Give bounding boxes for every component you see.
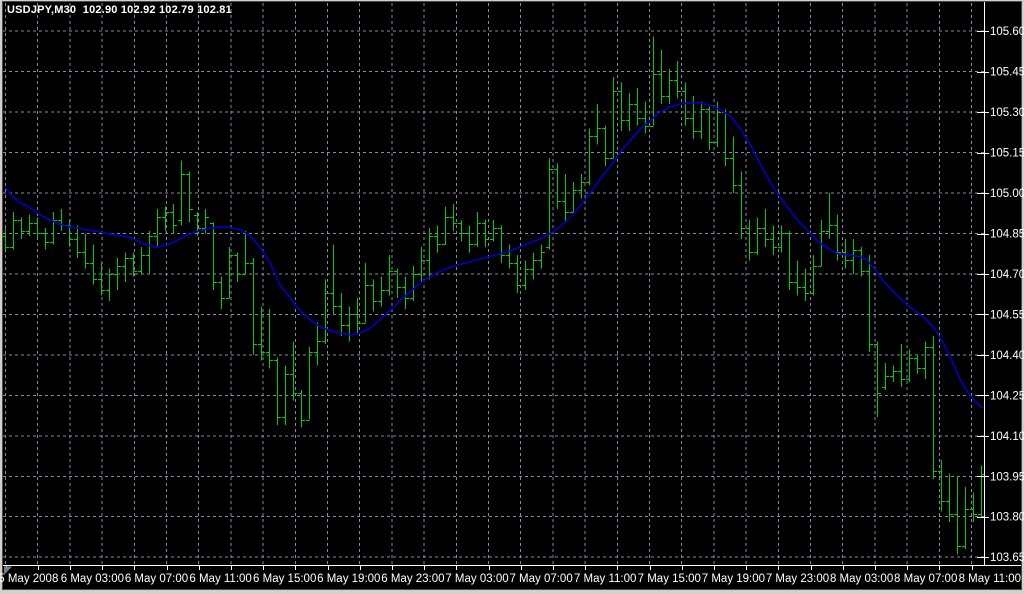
time-label: 8 May 03:00 [830,573,893,585]
time-label: 7 May 11:00 [574,573,636,585]
time-label: 8 May 07:00 [894,573,957,585]
time-label: 7 May 03:00 [445,573,508,585]
price-label: 104.40 [990,350,1024,362]
price-label: 103.65 [990,552,1024,564]
time-label: 6 May 03:00 [61,573,124,585]
price-label: 104.85 [990,229,1024,241]
price-label: 103.95 [990,471,1024,483]
price-label: 104.70 [990,269,1024,281]
time-label: 5 May 2008 [0,573,58,585]
time-label: 7 May 15:00 [638,573,701,585]
chart-background [3,2,1021,589]
time-label: 6 May 19:00 [317,573,380,585]
time-label: 7 May 23:00 [766,573,829,585]
time-label: 8 May 11:00 [959,573,1021,585]
price-label: 105.45 [990,67,1024,79]
time-label: 6 May 23:00 [381,573,444,585]
time-label: 7 May 19:00 [702,573,765,585]
time-label: 6 May 07:00 [125,573,188,585]
price-label: 105.60 [990,26,1024,38]
price-label: 103.80 [990,512,1024,524]
price-label: 104.10 [990,431,1024,443]
time-label: 6 May 11:00 [189,573,251,585]
price-label: 104.25 [990,390,1024,402]
price-label: 105.00 [990,188,1024,200]
price-label: 105.15 [990,148,1024,160]
terminal-chart-window: 105.60 105.45 105.30 105.15 105.00 104.85 104.… [0,0,1024,594]
price-label: 105.30 [990,107,1024,119]
price-label: 104.55 [990,309,1024,321]
time-label: 7 May 07:00 [509,573,572,585]
price-chart[interactable]: 105.60 105.45 105.30 105.15 105.00 104.85 104.… [0,0,1024,594]
time-label: 6 May 15:00 [253,573,316,585]
chart-ohlc-readout: USDJPY,M30 102.90 102.92 102.79 102.81 [7,4,232,16]
